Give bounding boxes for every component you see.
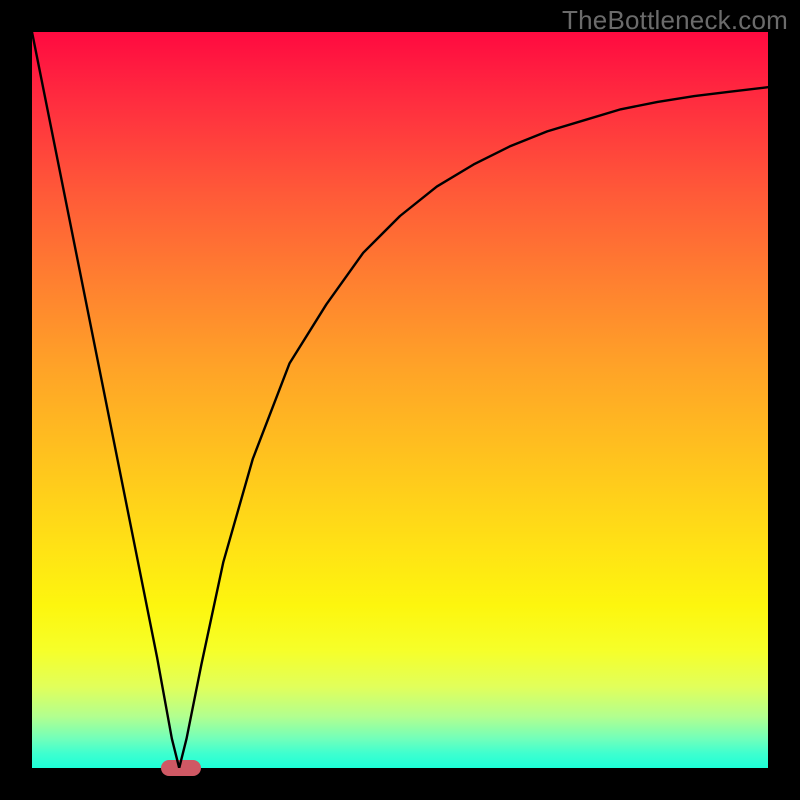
curve-path [32, 32, 768, 768]
bottleneck-curve [32, 32, 768, 768]
plot-area [32, 32, 768, 768]
watermark-text: TheBottleneck.com [562, 5, 788, 36]
chart-frame: TheBottleneck.com [0, 0, 800, 800]
